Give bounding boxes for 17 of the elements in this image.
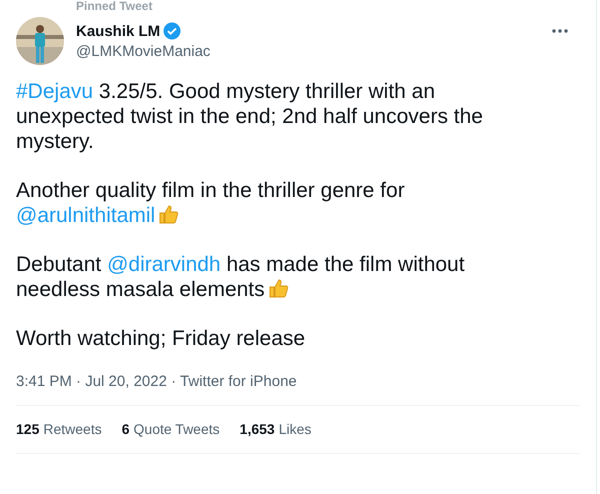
tweet-paragraph: Debutant @dirarvindh has made the film without needless masala elements bbox=[16, 252, 466, 302]
stat-count[interactable]: 1,653 bbox=[240, 421, 275, 437]
author-handle[interactable]: @LMKMovieManiac bbox=[76, 43, 540, 60]
tweet-timestamp: 3:41 PM · Jul 20, 2022 · Twitter for iPhone bbox=[16, 373, 580, 406]
stat-label[interactable]: Retweets bbox=[43, 421, 102, 437]
stat-label[interactable]: Likes bbox=[278, 421, 312, 437]
tweet-paragraph: #Dejavu 3.25/5. Good mystery thriller with an unexpected twist in the end; 2nd half uncovers the mystery. bbox=[16, 79, 484, 154]
more-icon[interactable] bbox=[552, 29, 568, 33]
thumbs-up-icon bbox=[268, 277, 290, 299]
pinned-label: Pinned Tweet bbox=[75, 0, 154, 14]
thumbs-up-icon bbox=[158, 203, 180, 225]
author-name[interactable]: Kaushik LM bbox=[76, 22, 160, 40]
tweet-paragraph: Worth watching; Friday release bbox=[16, 326, 306, 351]
tweet-paragraph: Another quality film in the thriller genre for @arulnithitamil bbox=[16, 178, 406, 228]
stat-count[interactable]: 6 bbox=[122, 421, 130, 437]
stat-label[interactable]: Quote Tweets bbox=[134, 421, 220, 437]
stat-count[interactable]: 125 bbox=[16, 421, 40, 437]
